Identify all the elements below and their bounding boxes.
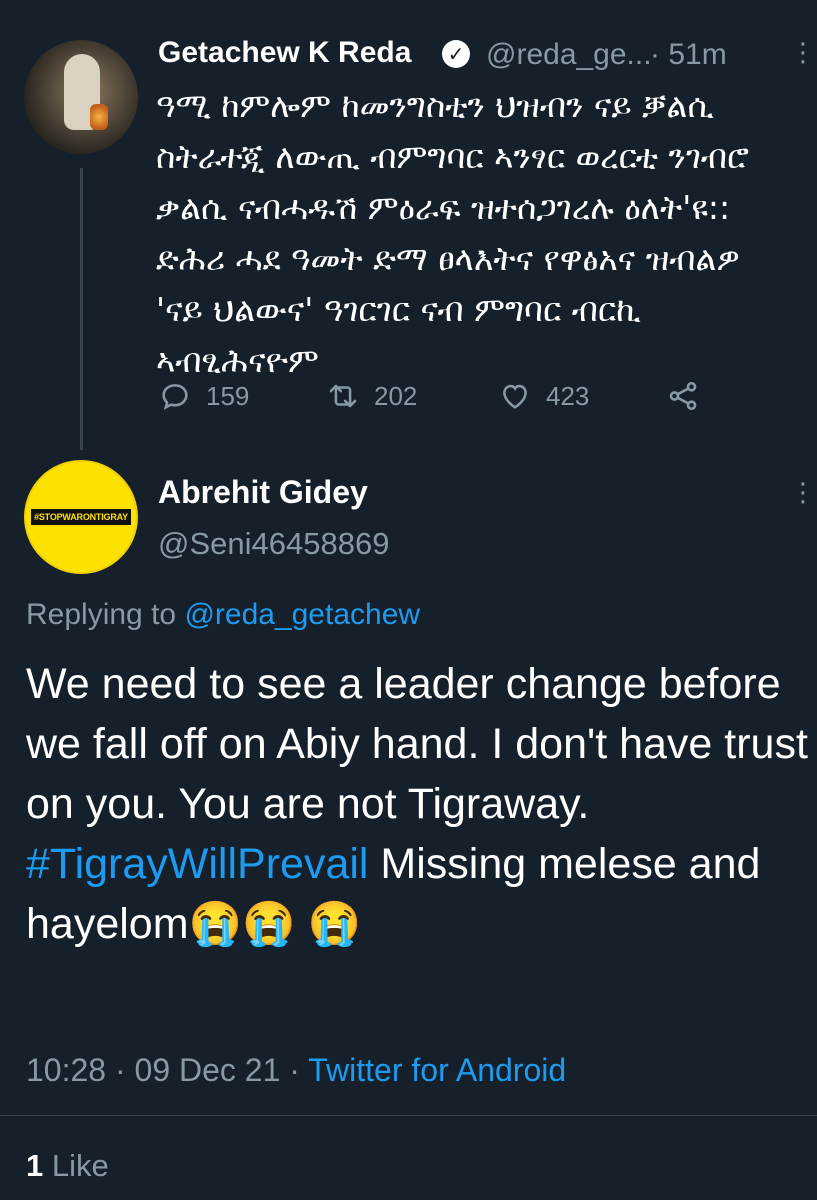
hashtag-link[interactable]: #TigrayWillPrevail bbox=[26, 840, 368, 888]
like-icon bbox=[503, 384, 527, 409]
divider bbox=[0, 1115, 817, 1116]
tweet-time[interactable]: 10:28 · 09 Dec 21 · bbox=[26, 1052, 300, 1088]
tweet-line: ስትራተጂ ለውጢ ብምግባር ኣንፃር ወረርቲ ንገብሮ bbox=[156, 137, 749, 176]
avatar[interactable]: #STOPWARONTIGRAY bbox=[24, 460, 138, 574]
replying-prefix: Replying to bbox=[26, 598, 177, 631]
author-name[interactable]: Abrehit Gidey bbox=[158, 474, 368, 511]
more-icon[interactable]: ⋮ bbox=[790, 478, 816, 508]
reply-icon bbox=[162, 384, 188, 410]
verified-badge-icon: ✓ bbox=[442, 40, 470, 68]
like-total: 1 bbox=[26, 1148, 44, 1183]
source-link[interactable]: Twitter for Android bbox=[308, 1052, 566, 1088]
tweet-line: ቃልሲ ናብሓዱሽ ምዕራፍ ዝተሰጋገረሉ ዕለት'ዩ:: bbox=[156, 188, 731, 227]
more-icon[interactable]: ⋮ bbox=[790, 38, 816, 68]
reply-mention-link[interactable]: @reda_getachew bbox=[184, 598, 420, 631]
retweet-button[interactable]: 202 bbox=[326, 376, 417, 416]
avatar-text: #STOPWARONTIGRAY bbox=[31, 509, 131, 525]
tweet-line: ዓሚ ከምሎም ከመንግስቲን ህዝብን ናይ ቓልሲ bbox=[156, 86, 714, 125]
share-button[interactable] bbox=[666, 376, 714, 416]
tweet-meta: 10:28 · 09 Dec 21 · Twitter for Android bbox=[26, 1052, 566, 1089]
reply-button[interactable]: 159 bbox=[158, 376, 249, 416]
separator: · bbox=[650, 38, 660, 71]
like-button[interactable]: 423 bbox=[498, 376, 589, 416]
author-handle[interactable]: @Seni46458869 bbox=[158, 526, 389, 562]
share-icon bbox=[669, 381, 697, 411]
like-count: 423 bbox=[546, 380, 590, 411]
retweet-icon bbox=[329, 384, 357, 408]
likes-summary[interactable]: 1 Like bbox=[26, 1148, 109, 1184]
retweet-count: 202 bbox=[374, 380, 418, 411]
tweet-line: ድሕሪ ሓደ ዓመት ድማ ፀላእትና የዋፅአና ዝብልዎ bbox=[156, 239, 740, 278]
reply-count: 159 bbox=[206, 380, 250, 411]
replying-to: Replying to @reda_getachew bbox=[26, 598, 420, 632]
author-name[interactable]: Getachew K Reda bbox=[158, 36, 411, 70]
time-ago: 51m bbox=[668, 38, 727, 71]
tweet-text: ዓሚ ከምሎም ከመንግስቲን ህዝብን ናይ ቓልሲ ስትራተጂ ለውጢ ብም… bbox=[156, 80, 811, 386]
tweet-text: We need to see a leader change before we… bbox=[26, 654, 811, 954]
tweet-line: 'ናይ ህልውና' ዓገርገር ናብ ምግባር ብርኪ bbox=[156, 290, 641, 329]
avatar[interactable] bbox=[24, 40, 138, 154]
tweet-timestamp[interactable]: · 51m bbox=[650, 38, 727, 72]
author-handle[interactable]: @reda_ge... bbox=[486, 38, 652, 72]
like-label: Like bbox=[51, 1148, 109, 1183]
thread-connector bbox=[80, 168, 83, 450]
tweet-text-part: We need to see a leader change before we… bbox=[26, 660, 808, 828]
